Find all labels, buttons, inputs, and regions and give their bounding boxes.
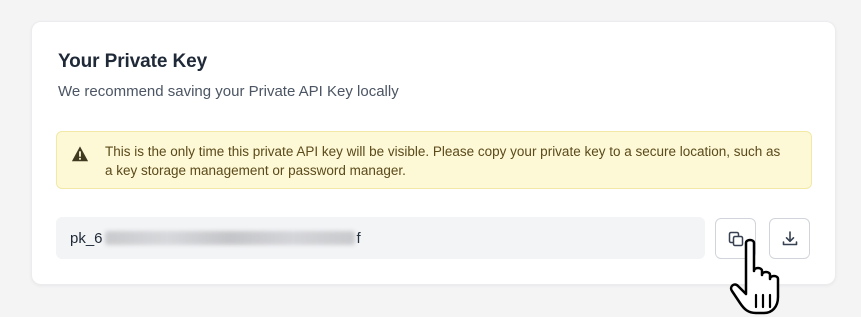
- hand-pointer-cursor-icon: [729, 238, 780, 315]
- warning-alert: This is the only time this private API k…: [56, 131, 812, 189]
- warning-triangle-icon: [71, 146, 89, 162]
- key-prefix: pk_6: [70, 229, 103, 247]
- card-subtitle: We recommend saving your Private API Key…: [58, 83, 399, 100]
- card-title: Your Private Key: [58, 51, 208, 72]
- key-redacted-blur: [104, 231, 355, 245]
- warning-text: This is the only time this private API k…: [105, 144, 781, 178]
- key-suffix: f: [356, 229, 361, 247]
- private-key-card: Your Private Key We recommend saving you…: [31, 21, 836, 315]
- private-key-field[interactable]: pk_6 f: [56, 217, 705, 259]
